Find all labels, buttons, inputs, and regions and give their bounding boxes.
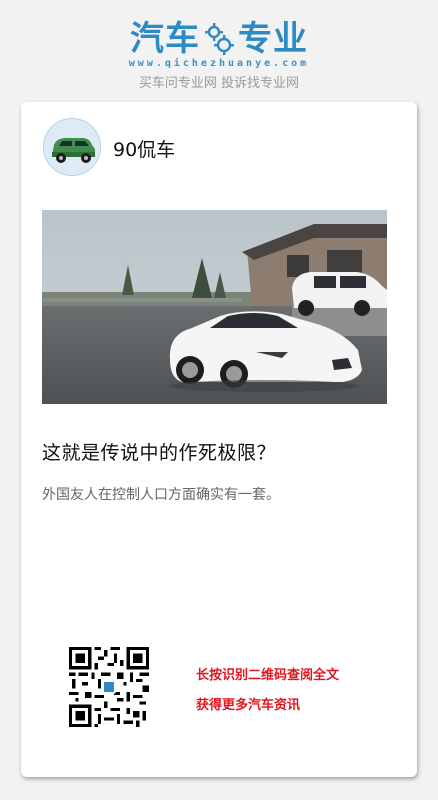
qr-code-icon[interactable] <box>69 647 149 727</box>
article-image[interactable] <box>42 210 387 404</box>
brand-name-left: 汽车 <box>130 19 200 59</box>
brand-slogan: 买车问专业网 投诉找专业网 <box>138 76 300 91</box>
gears-icon <box>204 22 234 56</box>
article-description: 外国友人在控制人口方面确实有一套。 <box>42 487 280 503</box>
article-title[interactable]: 这就是传说中的作死极限？ <box>42 438 276 465</box>
header: 汽车 专业 www.qichezhuanye.com 买车问专业网 投诉找专业网 <box>0 0 438 100</box>
avatar[interactable] <box>43 118 101 176</box>
brand-logo: 汽车 专业 <box>0 18 438 60</box>
cta-more-news: 获得更多汽车资讯 <box>196 698 301 713</box>
cta-scan-qr: 长按识别二维码查阅全文 <box>196 668 340 683</box>
green-car-icon <box>44 119 100 175</box>
author-name[interactable]: 90侃车 <box>113 135 175 162</box>
article-card[interactable]: 90侃车 这就是传说中的作死极限？ 外国友人在控制人口方面确实有一套。 长按识别… <box>21 102 417 777</box>
brand-url: www.qichezhuanye.com <box>128 58 310 69</box>
brand-name-right: 专业 <box>238 19 308 59</box>
